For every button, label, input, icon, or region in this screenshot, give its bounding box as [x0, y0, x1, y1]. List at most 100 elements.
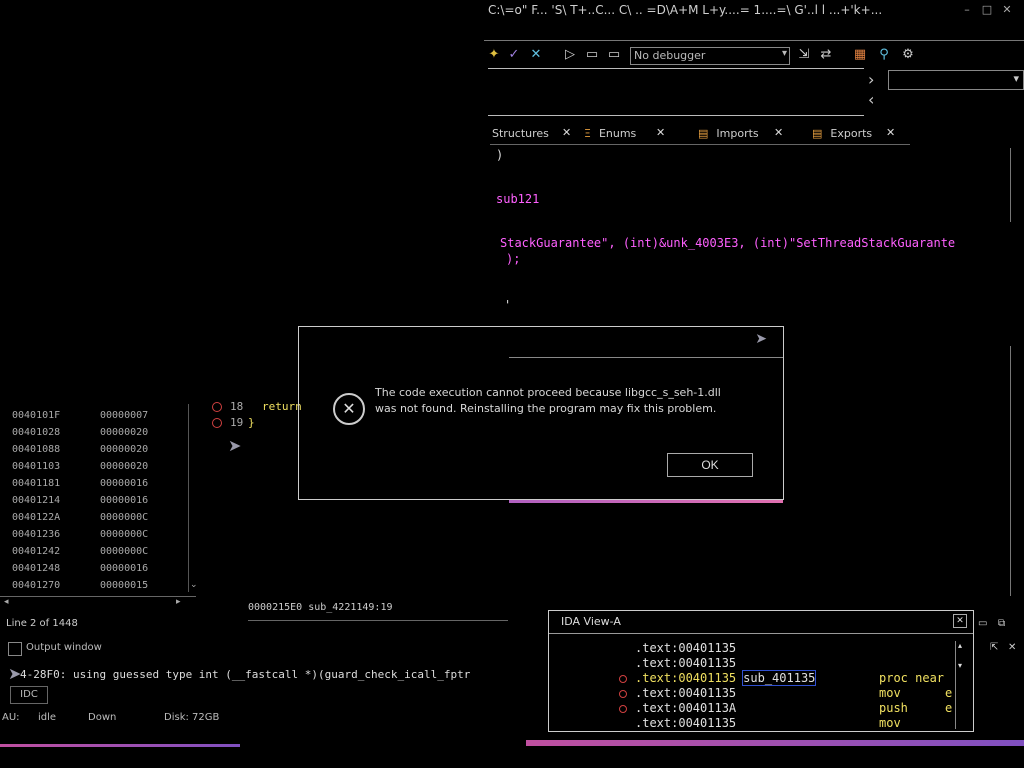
close-icon[interactable]: ✕	[886, 126, 895, 139]
window-title-bar: C:\=o" F... 'S\ T+..C... C\ .. =D\A+M L+…	[484, 0, 1024, 22]
list-item[interactable]: 00401270 00000015	[12, 580, 192, 597]
code-call-line: StackGuarantee", (int)&unk_4003E3, (int)…	[500, 236, 956, 250]
output-window-title: Output window	[26, 642, 102, 653]
disasm-operand: e	[945, 701, 953, 715]
exports-icon: ▤	[812, 127, 823, 140]
disasm-mnemonic: mov	[879, 716, 901, 729]
function-length: 00000007	[100, 410, 149, 421]
disassembly-row[interactable]: .text:00401135	[635, 641, 736, 656]
idc-button[interactable]: IDC	[10, 686, 48, 704]
stop-icon[interactable]: ▭	[606, 47, 622, 63]
close-icon[interactable]: ✕	[562, 126, 571, 139]
pause-icon[interactable]: ▭	[584, 47, 600, 63]
disasm-label[interactable]: sub_401135	[742, 670, 817, 686]
function-length: 00000015	[100, 580, 149, 591]
list-item[interactable]: 00401242 0000000C	[12, 546, 192, 563]
chevron-down-icon: ▾	[781, 48, 787, 59]
tab-exports[interactable]: ▤ Exports	[812, 127, 872, 140]
code-scrollbar-lower[interactable]	[1010, 346, 1023, 596]
mouse-cursor-icon: ➤	[228, 436, 242, 455]
chevron-right-icon[interactable]: ›	[868, 70, 874, 89]
error-icon: ✕	[333, 393, 365, 425]
list-item[interactable]: 00401028 00000020	[12, 427, 192, 444]
function-length: 00000016	[100, 495, 149, 506]
breakpoint-icon[interactable]	[619, 705, 627, 713]
function-length: 0000000C	[100, 512, 149, 523]
wand-icon[interactable]: ✦	[486, 47, 502, 63]
chevron-left-icon[interactable]: ‹	[868, 90, 874, 109]
status-disk: Disk: 72GB	[164, 712, 220, 723]
debug-toolbar: ✦ ✓ ✕ ▷ ▭ ▭ No debugger ▾ ⇲ ⇄ ▦ ⚲ ⚙	[484, 40, 1024, 69]
ida-view-scrollbar[interactable]: ▴ ▾	[955, 641, 970, 729]
functions-scrollbar[interactable]	[188, 404, 201, 592]
function-length: 00000020	[100, 444, 149, 455]
tab-imports[interactable]: ▤ Imports	[698, 127, 759, 140]
list-item[interactable]: 00401236 0000000C	[12, 529, 192, 546]
functions-list: 0040101F 00000007 00401028 00000020 00401088…	[0, 404, 200, 594]
step-icon[interactable]: ⇲	[796, 47, 812, 63]
maximize-icon[interactable]: ⧉	[998, 618, 1005, 629]
tab-enums[interactable]: Ξ Enums	[584, 127, 636, 140]
maximize-icon[interactable]: □	[980, 3, 994, 17]
function-address: 00401242	[12, 546, 61, 557]
output-window-icon	[8, 642, 22, 656]
play-icon[interactable]: ▷	[562, 47, 578, 63]
plugin-icon[interactable]: ▦	[852, 47, 868, 63]
check-icon[interactable]: ✓	[506, 47, 522, 63]
ida-view-header[interactable]: IDA View-A ✕	[549, 611, 973, 634]
dialog-titlebar[interactable]: ➤	[509, 327, 783, 358]
navigation-band[interactable]	[488, 68, 864, 116]
status-state: idle	[38, 712, 57, 723]
disassembly-row[interactable]: .text:00401135 mov e	[635, 686, 952, 701]
chevron-down-icon[interactable]: ▾	[958, 661, 962, 670]
disassembly-row[interactable]: .text:0040113A push e	[635, 701, 952, 716]
pseudocode-hscroll[interactable]	[248, 620, 508, 633]
debugger-select[interactable]: No debugger ▾	[630, 47, 790, 65]
disasm-mnemonic: mov	[879, 686, 901, 700]
list-item[interactable]: 00401248 00000016	[12, 563, 192, 580]
list-item[interactable]: 0040122A 0000000C	[12, 512, 192, 529]
close-icon[interactable]: ✕	[656, 126, 665, 139]
disassembly-row[interactable]: .text:00401135 sub_401135 proc near	[635, 670, 944, 686]
breakpoint-icon[interactable]	[212, 402, 222, 412]
chevron-right-icon[interactable]: ▸	[176, 597, 181, 607]
segment-select[interactable]: ▾	[888, 70, 1024, 90]
disasm-address: .text:00401135	[635, 716, 737, 729]
pane-controls: ▭ ⧉ ⇱ ✕	[974, 618, 1022, 653]
breakpoint-icon[interactable]	[619, 675, 627, 683]
close-icon[interactable]: ✕	[1000, 3, 1014, 17]
graph-icon[interactable]: ⚲	[876, 47, 892, 63]
list-item[interactable]: 00401181 00000016	[12, 478, 192, 495]
enums-icon: Ξ	[584, 127, 591, 140]
breakpoint-icon[interactable]	[212, 418, 222, 428]
functions-hscroll[interactable]: ◂ ▸	[0, 596, 196, 609]
close-icon[interactable]: ✕	[1008, 642, 1016, 653]
list-item[interactable]: 00401088 00000020	[12, 444, 192, 461]
nav-arrows[interactable]: › ‹	[866, 68, 884, 114]
chevron-up-icon[interactable]: ▴	[958, 641, 962, 650]
list-item[interactable]: 00401103 00000020	[12, 461, 192, 478]
disassembly-row[interactable]: .text:00401135 mov	[635, 716, 901, 729]
minimize-icon[interactable]: –	[960, 3, 974, 17]
list-item[interactable]: 0040101F 00000007	[12, 410, 192, 427]
settings-icon[interactable]: ⚙	[900, 47, 916, 63]
disassembly-row[interactable]: .text:00401135	[635, 656, 736, 671]
disasm-address: .text:00401135	[635, 656, 737, 670]
restore-icon[interactable]: ▭	[978, 618, 987, 629]
disasm-address: .text:00401135	[635, 686, 737, 700]
trace-icon[interactable]: ⇄	[818, 47, 834, 63]
chevron-down-icon[interactable]: ⌄	[190, 580, 198, 590]
tab-structures[interactable]: Structures	[492, 127, 549, 140]
close-icon[interactable]: ✕	[774, 126, 783, 139]
breakpoint-icon[interactable]	[619, 690, 627, 698]
function-address: 00401214	[12, 495, 61, 506]
cross-icon[interactable]: ✕	[528, 47, 544, 63]
chevron-left-icon[interactable]: ◂	[4, 597, 9, 607]
ok-button[interactable]: OK	[667, 453, 753, 477]
disasm-address: .text:00401135	[635, 671, 737, 685]
pin-icon[interactable]: ⇱	[990, 642, 998, 653]
list-item[interactable]: 00401214 00000016	[12, 495, 192, 512]
code-scrollbar[interactable]	[1010, 148, 1023, 222]
function-length: 00000020	[100, 427, 149, 438]
close-icon[interactable]: ✕	[953, 614, 967, 628]
